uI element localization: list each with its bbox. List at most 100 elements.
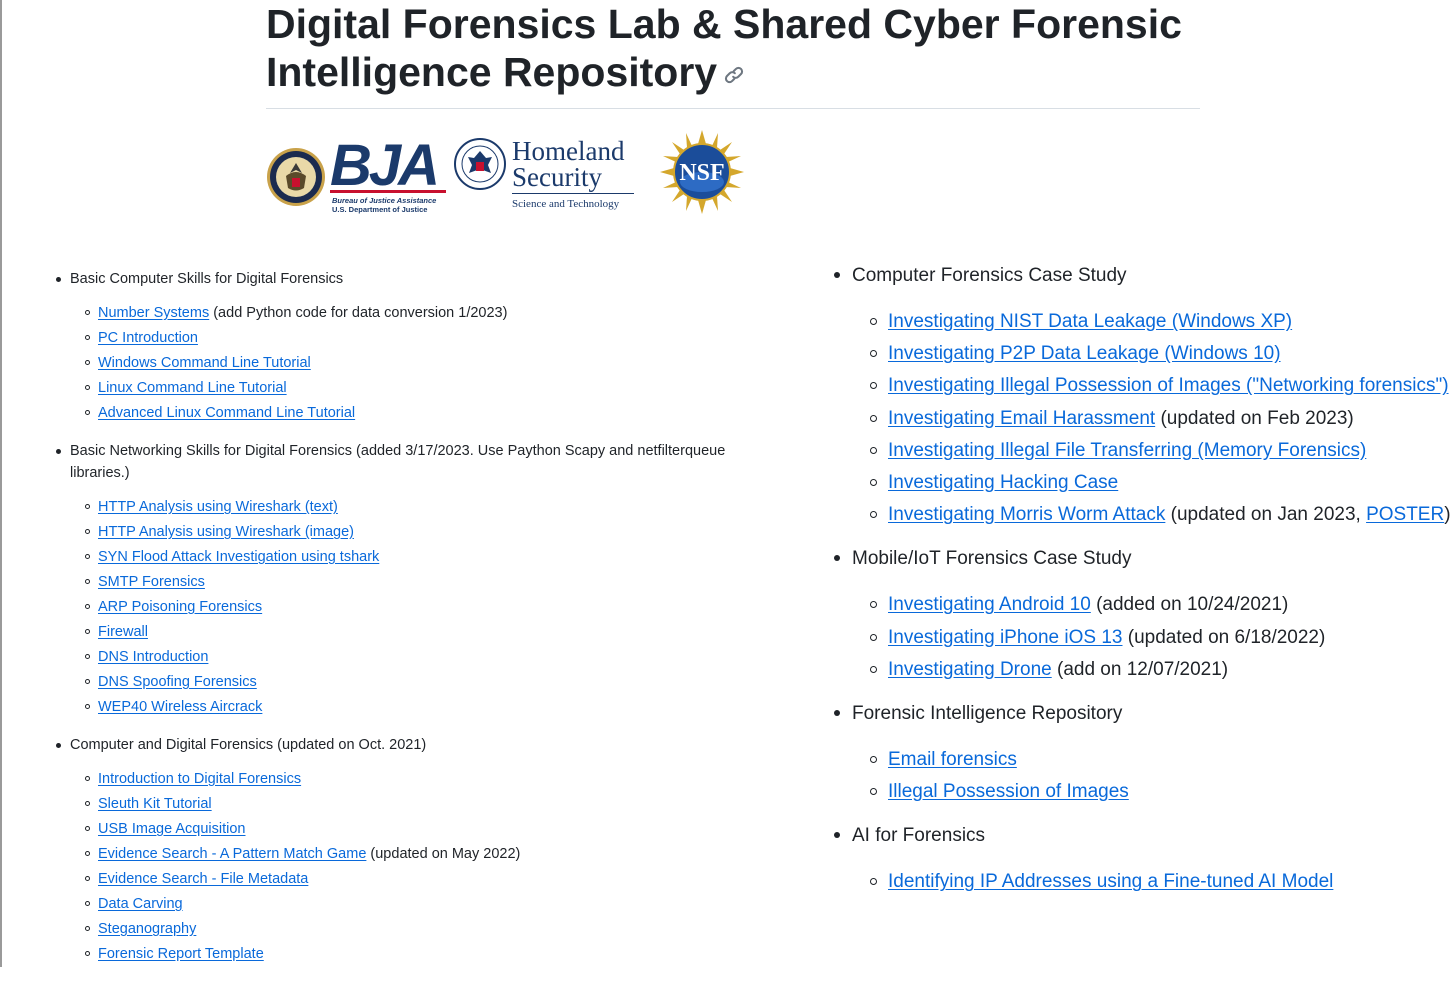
link-syn-flood[interactable]: SYN Flood Attack Investigation using tsh…: [98, 549, 379, 565]
list-item: Investigating NIST Data Leakage (Windows…: [852, 306, 1452, 338]
link-illegal-possession-images[interactable]: Illegal Possession of Images: [888, 781, 1129, 802]
section-links: Introduction to Digital Forensics Sleuth…: [70, 767, 744, 967]
bja-sub2: U.S. Department of Justice: [332, 205, 428, 214]
link-sleuth-kit[interactable]: Sleuth Kit Tutorial: [98, 796, 212, 812]
doj-seal-logo: [267, 148, 325, 206]
link-illegal-file-transferring[interactable]: Investigating Illegal File Transferring …: [888, 440, 1366, 461]
dhs-seal-logo: [454, 138, 506, 190]
list-item: Advanced Linux Command Line Tutorial: [70, 401, 744, 426]
item-note: (updated on Jan 2023,: [1165, 504, 1367, 526]
link-firewall[interactable]: Firewall: [98, 624, 148, 640]
list-item: Sleuth Kit Tutorial: [70, 792, 744, 817]
list-item: HTTP Analysis using Wireshark (text): [70, 495, 744, 520]
section-label: Computer Forensics Case Study: [852, 265, 1127, 286]
list-item: Investigating Hacking Case: [852, 467, 1452, 499]
item-note: (add on 12/07/2021): [1051, 658, 1229, 680]
list-item: Investigating Android 10 (added on 10/24…: [852, 589, 1452, 621]
item-note-close: ): [1444, 504, 1451, 526]
link-poster[interactable]: POSTER: [1366, 504, 1444, 525]
link-http-wireshark-text[interactable]: HTTP Analysis using Wireshark (text): [98, 499, 338, 515]
link-intro-digital-forensics[interactable]: Introduction to Digital Forensics: [98, 771, 301, 787]
list-item: Investigating Morris Worm Attack (update…: [852, 499, 1452, 531]
section-links: Number Systems (add Python code for data…: [70, 301, 744, 426]
section-basic-networking-skills: Basic Networking Skills for Digital Fore…: [54, 440, 744, 720]
link-drone[interactable]: Investigating Drone: [888, 659, 1052, 680]
item-note: (added on 10/24/2021): [1090, 594, 1289, 616]
link-windows-cli[interactable]: Windows Command Line Tutorial: [98, 355, 311, 371]
section-links: HTTP Analysis using Wireshark (text) HTT…: [70, 495, 744, 720]
link-pc-introduction[interactable]: PC Introduction: [98, 330, 198, 346]
dhs-rule: [512, 193, 634, 194]
section-forensic-intelligence-repository: Forensic Intelligence Repository Email f…: [832, 700, 1452, 808]
link-steganography[interactable]: Steganography: [98, 921, 196, 937]
list-item: DNS Introduction: [70, 645, 744, 670]
dhs-line2: Security: [512, 162, 602, 192]
section-basic-computer-skills: Basic Computer Skills for Digital Forens…: [54, 268, 744, 426]
link-evidence-search-metadata[interactable]: Evidence Search - File Metadata: [98, 871, 308, 887]
list-item: SYN Flood Attack Investigation using tsh…: [70, 545, 744, 570]
item-note: (updated on 6/18/2022): [1122, 626, 1326, 648]
section-label: Forensic Intelligence Repository: [852, 703, 1123, 725]
page-title: Digital Forensics Lab & Shared Cyber For…: [266, 0, 1206, 96]
link-number-systems[interactable]: Number Systems: [98, 305, 209, 321]
list-item: Email forensics: [852, 744, 1452, 776]
link-forensic-report-template[interactable]: Forensic Report Template: [98, 946, 264, 962]
link-morris-worm[interactable]: Investigating Morris Worm Attack: [888, 504, 1165, 525]
list-item: Investigating Illegal File Transferring …: [852, 435, 1452, 467]
dhs-sub: Science and Technology: [512, 198, 620, 210]
nsf-logo: NSF: [660, 130, 744, 214]
list-item: Firewall: [70, 620, 744, 645]
link-evidence-search-pattern[interactable]: Evidence Search - A Pattern Match Game: [98, 846, 366, 862]
link-arp-poisoning[interactable]: ARP Poisoning Forensics: [98, 599, 262, 615]
list-item: Evidence Search - File Metadata: [70, 867, 744, 892]
list-item: USB Image Acquisition: [70, 817, 744, 842]
section-links: Email forensics Illegal Possession of Im…: [852, 744, 1452, 808]
list-item: Steganography: [70, 917, 744, 942]
item-note: (add Python code for data conversion 1/2…: [209, 305, 508, 321]
item-note: (updated on May 2022): [366, 846, 521, 862]
link-linux-cli[interactable]: Linux Command Line Tutorial: [98, 380, 287, 396]
section-label: Basic Computer Skills for Digital Forens…: [70, 271, 344, 287]
list-item: Investigating P2P Data Leakage (Windows …: [852, 338, 1452, 370]
link-email-forensics[interactable]: Email forensics: [888, 749, 1017, 770]
link-data-carving[interactable]: Data Carving: [98, 896, 183, 912]
right-column-list: Computer Forensics Case Study Investigat…: [832, 262, 1452, 913]
link-http-wireshark-image[interactable]: HTTP Analysis using Wireshark (image): [98, 524, 354, 540]
section-computer-forensics-case-study: Computer Forensics Case Study Investigat…: [832, 262, 1452, 531]
section-label: Basic Networking Skills for Digital Fore…: [70, 443, 726, 481]
link-android-10[interactable]: Investigating Android 10: [888, 594, 1091, 615]
window-left-edge: [0, 0, 2, 967]
list-item: HTTP Analysis using Wireshark (image): [70, 520, 744, 545]
link-illegal-possession-networking[interactable]: Investigating Illegal Possession of Imag…: [888, 375, 1449, 396]
link-anchor-icon[interactable]: [723, 64, 745, 86]
link-advanced-linux-cli[interactable]: Advanced Linux Command Line Tutorial: [98, 405, 355, 421]
link-iphone-ios-13[interactable]: Investigating iPhone iOS 13: [888, 627, 1123, 648]
link-hacking-case[interactable]: Investigating Hacking Case: [888, 472, 1118, 493]
nsf-text: NSF: [679, 160, 724, 186]
link-p2p-data-leakage[interactable]: Investigating P2P Data Leakage (Windows …: [888, 343, 1281, 364]
list-item: WEP40 Wireless Aircrack: [70, 695, 744, 720]
section-label: Mobile/IoT Forensics Case Study: [852, 548, 1132, 570]
link-nist-data-leakage[interactable]: Investigating NIST Data Leakage (Windows…: [888, 311, 1292, 332]
bja-wordmark: BJA: [330, 133, 440, 198]
section-links: Investigating NIST Data Leakage (Windows…: [852, 306, 1452, 531]
list-item: Investigating Email Harassment (updated …: [852, 403, 1452, 435]
link-usb-image-acquisition[interactable]: USB Image Acquisition: [98, 821, 246, 837]
dhs-wordmark: Homeland Security Science and Technology: [512, 138, 636, 218]
section-computer-digital-forensics: Computer and Digital Forensics (updated …: [54, 734, 744, 967]
list-item: Number Systems (add Python code for data…: [70, 301, 744, 326]
list-item: Introduction to Digital Forensics: [70, 767, 744, 792]
link-email-harassment[interactable]: Investigating Email Harassment: [888, 408, 1155, 429]
link-smtp-forensics[interactable]: SMTP Forensics: [98, 574, 205, 590]
link-wep40-aircrack[interactable]: WEP40 Wireless Aircrack: [98, 699, 262, 715]
dhs-line1: Homeland: [512, 136, 625, 166]
link-identifying-ip-addresses[interactable]: Identifying IP Addresses using a Fine-tu…: [888, 871, 1333, 892]
link-dns-spoofing[interactable]: DNS Spoofing Forensics: [98, 674, 257, 690]
list-item: Windows Command Line Tutorial: [70, 351, 744, 376]
item-note: (updated on Feb 2023): [1155, 407, 1354, 429]
link-dns-introduction[interactable]: DNS Introduction: [98, 649, 208, 665]
section-links: Identifying IP Addresses using a Fine-tu…: [852, 866, 1452, 898]
section-label: Computer and Digital Forensics (updated …: [70, 737, 427, 753]
list-item: Investigating Drone (add on 12/07/2021): [852, 654, 1452, 686]
section-ai-for-forensics: AI for Forensics Identifying IP Addresse…: [832, 822, 1452, 898]
